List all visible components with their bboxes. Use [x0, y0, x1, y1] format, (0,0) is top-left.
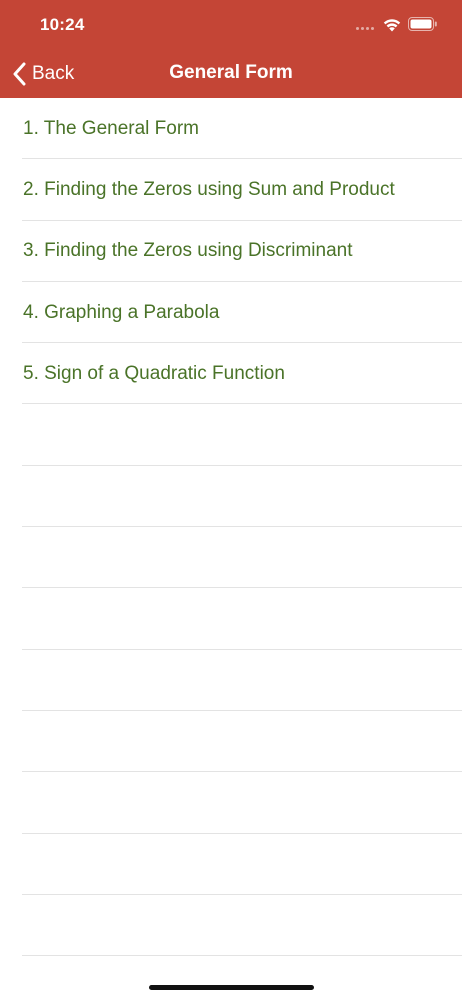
wifi-icon [383, 19, 401, 32]
empty-row [0, 772, 462, 834]
empty-row [0, 650, 462, 712]
empty-row [0, 895, 462, 957]
list-item-sign-of-function[interactable]: 5. Sign of a Quadratic Function [0, 343, 462, 405]
cellular-signal-icon [356, 27, 374, 30]
list-item-label: 5. Sign of a Quadratic Function [23, 362, 285, 384]
list-item-label: 3. Finding the Zeros using Discriminant [23, 240, 353, 262]
topic-list: 1. The General Form 2. Finding the Zeros… [0, 98, 462, 957]
list-item-sum-and-product[interactable]: 2. Finding the Zeros using Sum and Produ… [0, 159, 462, 221]
empty-row [0, 466, 462, 528]
navigation-bar: 10:24 Back General Form [0, 0, 462, 98]
status-time: 10:24 [40, 15, 85, 34]
empty-row [0, 711, 462, 773]
empty-row [0, 834, 462, 896]
list-item-discriminant[interactable]: 3. Finding the Zeros using Discriminant [0, 221, 462, 283]
list-item-label: 4. Graphing a Parabola [23, 301, 220, 323]
home-indicator[interactable] [149, 985, 314, 990]
list-item-label: 2. Finding the Zeros using Sum and Produ… [23, 178, 395, 200]
list-item-general-form[interactable]: 1. The General Form [0, 98, 462, 160]
battery-icon [408, 17, 437, 31]
empty-row [0, 588, 462, 650]
page-title: General Form [169, 62, 293, 83]
empty-row [0, 404, 462, 467]
list-item-label: 1. The General Form [23, 117, 200, 139]
list-item-graphing-parabola[interactable]: 4. Graphing a Parabola [0, 282, 462, 344]
empty-row [0, 527, 462, 589]
